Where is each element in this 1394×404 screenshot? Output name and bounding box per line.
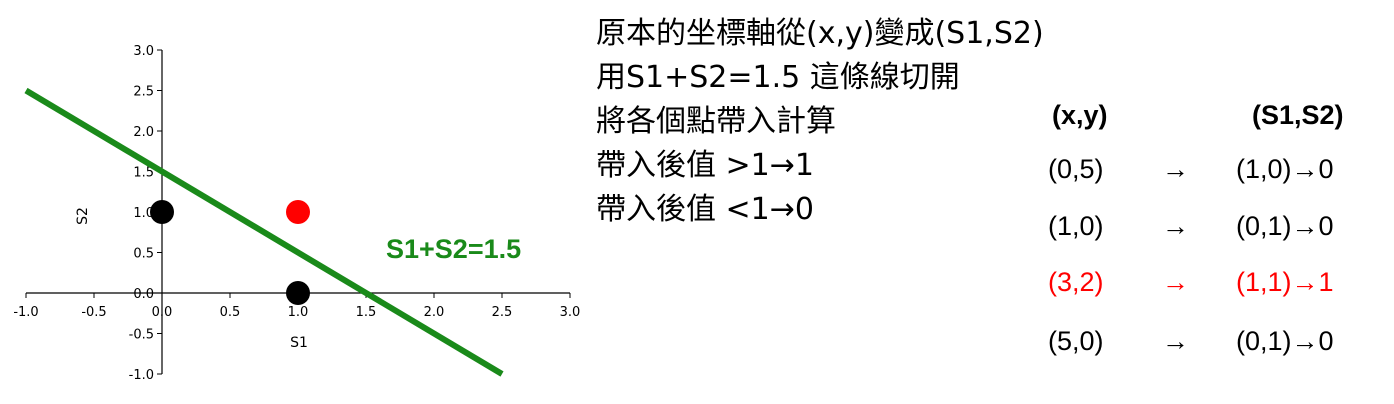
x-tick-label: 0.0 — [152, 305, 173, 320]
y-tick-label: 3.0 — [133, 44, 154, 59]
decision-line — [24, 87, 504, 377]
note-line: 用S1+S2=1.5 這條線切開 — [596, 60, 960, 95]
data-point — [286, 200, 310, 224]
y-tick-label: 0.0 — [133, 287, 154, 302]
x-tick-label: 3.0 — [560, 305, 581, 320]
mapping-input: (5,0) — [1048, 326, 1104, 356]
data-point — [150, 200, 174, 224]
plot-series — [24, 87, 504, 377]
y-tick-label: 2.5 — [133, 85, 154, 100]
x-tick-label: 1.5 — [356, 305, 377, 320]
note-line: 帶入後值 <1→0 — [596, 192, 814, 227]
x-axis-label: S1 — [290, 335, 308, 351]
mapping-row: (0,5) → (1,0)→0 — [1040, 154, 1380, 194]
mapping-input: (3,2) — [1048, 267, 1104, 297]
x-tick-label: 2.5 — [492, 305, 513, 320]
mapping-input: (0,5) — [1048, 154, 1104, 184]
scatter-plot: -1.0 -0.5 0.0 0.5 1.0 1.5 2.0 2.5 3.0 -1.0 -0.5 0.0… — [13, 44, 581, 383]
arrow-icon: → — [1162, 211, 1189, 241]
note-line: 將各個點帶入計算 — [596, 104, 836, 139]
x-tick-label: -0.5 — [81, 305, 106, 320]
y-tick-label: -0.5 — [129, 328, 154, 343]
arrow-icon: → — [1162, 267, 1189, 297]
mapping-row: (5,0) → (0,1)→0 — [1040, 326, 1380, 366]
x-tick-label: -1.0 — [13, 305, 38, 320]
arrow-icon: → — [1162, 154, 1189, 184]
x-tick-label: 0.5 — [220, 305, 241, 320]
mapping-output: (0,1)→0 — [1236, 211, 1334, 241]
mapping-input: (1,0) — [1048, 211, 1104, 241]
mapping-output: (1,1)→1 — [1236, 267, 1334, 297]
note-line: 原本的坐標軸從(x,y)變成(S1,S2) — [596, 16, 1044, 51]
mapping-row: (3,2) → (1,1)→1 — [1040, 267, 1380, 307]
arrow-icon: → — [1162, 326, 1189, 356]
y-tick-label: 0.5 — [133, 247, 154, 262]
note-line: 帶入後值 >1→1 — [596, 148, 814, 183]
mapping-row: (1,0) → (0,1)→0 — [1040, 211, 1380, 251]
line-equation-label: S1+S2=1.5 — [386, 234, 521, 264]
mapping-output: (0,1)→0 — [1236, 326, 1334, 356]
x-tick-label: 2.0 — [424, 305, 445, 320]
mapping-header-input: (x,y) — [1052, 100, 1108, 130]
y-tick-label: -1.0 — [129, 368, 154, 383]
mapping-header-output: (S1,S2) — [1252, 100, 1344, 130]
explanation-text: 原本的坐標軸從(x,y)變成(S1,S2) 用S1+S2=1.5 這條線切開 將… — [596, 12, 1044, 232]
mapping-output: (1,0)→0 — [1236, 154, 1334, 184]
y-tick-label: 2.0 — [133, 125, 154, 140]
x-tick-label: 1.0 — [288, 305, 309, 320]
y-axis-label: S2 — [75, 207, 91, 225]
data-point — [286, 281, 310, 305]
